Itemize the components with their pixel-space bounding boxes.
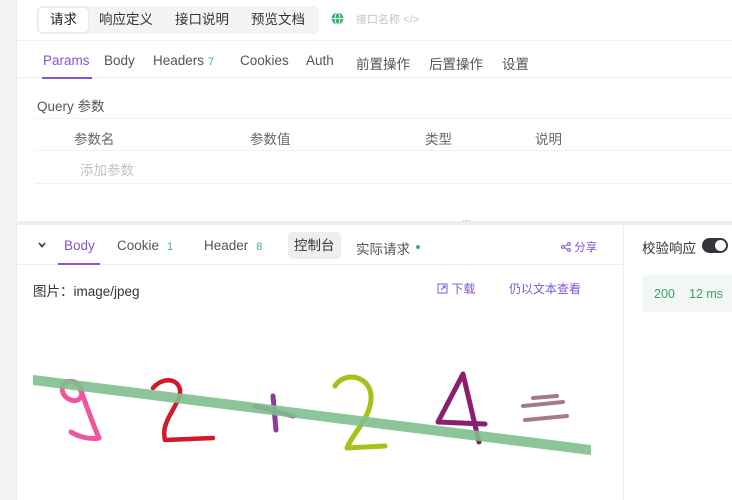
tab-header-label: Header: [204, 238, 249, 253]
tab-api-description[interactable]: 接口说明: [164, 8, 240, 32]
active-tab-indicator: [58, 263, 100, 265]
query-params-title: Query 参数: [37, 99, 105, 114]
globe-icon: [331, 12, 344, 25]
toggle-knob: [715, 240, 726, 251]
response-tab-bar: Body Cookie 1 Header 8 控制台 实际请求 分享: [17, 230, 623, 265]
splitter-handle[interactable]: ···: [462, 215, 471, 227]
tab-body[interactable]: Body: [104, 53, 135, 68]
tab-pre-processors[interactable]: 前置操作: [356, 53, 410, 73]
tab-response-cookie[interactable]: Cookie 1: [117, 238, 173, 253]
tab-cookie-label: Cookie: [117, 238, 160, 253]
tab-response-body[interactable]: Body: [64, 238, 95, 253]
query-params-add-row: 添加参数: [35, 151, 732, 184]
pane-divider: [623, 225, 624, 500]
tab-request[interactable]: 请求: [39, 8, 88, 32]
tab-response-definition[interactable]: 响应定义: [88, 8, 164, 32]
column-type: 类型: [425, 132, 452, 147]
status-dot: [416, 245, 420, 250]
status-code: 200: [654, 287, 675, 301]
validate-response-label: 校验响应: [642, 241, 696, 256]
column-param-name: 参数名: [74, 132, 115, 147]
add-param-input[interactable]: 添加参数: [80, 159, 134, 179]
download-label: 下载: [451, 282, 476, 296]
share-button[interactable]: 分享: [561, 239, 597, 255]
tab-settings[interactable]: 设置: [502, 53, 529, 73]
tab-cookies[interactable]: Cookies: [240, 53, 289, 68]
response-mime-type: 图片：image/jpeg: [33, 284, 140, 299]
cookie-count-badge: 1: [167, 241, 174, 253]
validate-response-toggle[interactable]: [702, 238, 728, 253]
response-status-box: 200 12 ms: [642, 275, 732, 312]
chevron-down-icon[interactable]: [37, 240, 47, 250]
column-param-value: 参数值: [250, 132, 291, 147]
tab-actual-request-label: 实际请求: [356, 242, 410, 257]
tab-preview-docs[interactable]: 预览文档: [240, 8, 316, 32]
api-name-placeholder: 接口名称: [356, 14, 400, 26]
code-icon: </>: [403, 14, 419, 26]
share-icon: [561, 242, 571, 252]
captcha-image: [33, 371, 591, 455]
response-time: 12 ms: [689, 287, 724, 301]
tab-console[interactable]: 控制台: [288, 232, 341, 259]
view-as-text-button[interactable]: 仍以文本查看: [509, 280, 581, 297]
panel-splitter[interactable]: [17, 221, 732, 225]
tab-response-header[interactable]: Header 8: [204, 238, 262, 253]
tab-headers[interactable]: Headers 7: [153, 53, 214, 68]
api-name-input[interactable]: 接口名称 </>: [356, 11, 419, 27]
tab-actual-request[interactable]: 实际请求: [356, 238, 420, 258]
header-count-badge: 8: [256, 241, 263, 253]
top-tab-group: 请求 响应定义 接口说明 预览文档: [36, 6, 319, 34]
tab-post-processors[interactable]: 后置操作: [429, 53, 483, 73]
query-params-header: 参数名 参数值 类型 说明: [35, 118, 732, 151]
tab-auth[interactable]: Auth: [306, 53, 334, 68]
tab-headers-label: Headers: [153, 53, 205, 68]
download-icon: [437, 283, 448, 294]
left-sidebar-strip: [0, 0, 17, 500]
tab-params[interactable]: Params: [43, 53, 90, 68]
active-tab-indicator: [42, 77, 92, 79]
request-tab-bar: Params Body Headers 7 Cookies Auth 前置操作 后…: [17, 40, 732, 79]
share-label: 分享: [574, 242, 598, 254]
headers-count-badge: 7: [208, 56, 215, 68]
column-description: 说明: [535, 132, 562, 147]
download-button[interactable]: 下载: [437, 280, 475, 297]
